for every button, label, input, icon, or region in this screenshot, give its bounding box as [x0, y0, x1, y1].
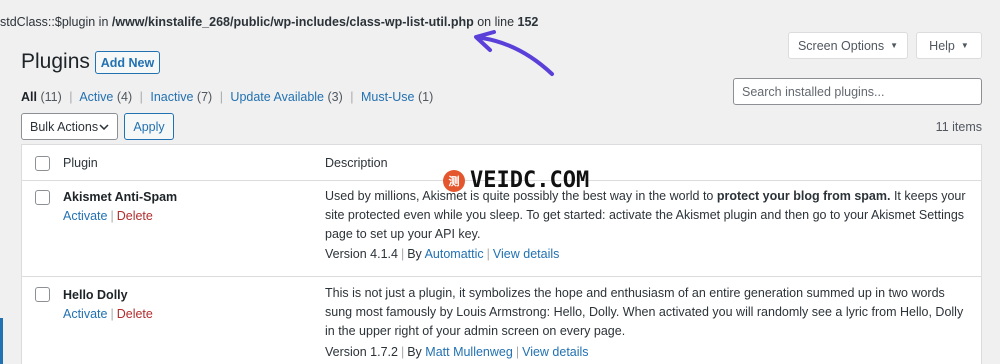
plugin-name: Hello Dolly	[63, 288, 128, 302]
table-row: Hello Dolly Activate | Delete This is not …	[22, 276, 981, 364]
help-button[interactable]: Help ▼	[916, 32, 982, 59]
notice-prefix: stdClass::$plugin in	[0, 15, 112, 29]
filter-active-count: (4)	[116, 90, 133, 104]
notice-line: 152	[517, 15, 539, 29]
notice-path: /www/kinstalife_268/public/wp-includes/c…	[111, 15, 474, 29]
delete-link[interactable]: Delete	[117, 209, 153, 223]
description-highlight: protect your blog from spam.	[716, 189, 891, 203]
activate-link[interactable]: Activate	[63, 307, 107, 321]
bulk-actions-label: Bulk Actions	[30, 119, 99, 134]
meta-separator: |	[400, 247, 405, 261]
watermark-text: VEIDC.COM	[470, 168, 590, 193]
plugin-meta: Version 1.7.2 | By Matt Mullenweg | View det…	[325, 345, 589, 359]
filter-inactive-count: (7)	[196, 90, 213, 104]
row-checkbox[interactable]	[35, 190, 50, 205]
column-header-description: Description	[325, 156, 388, 170]
plugin-version: Version 4.1.4	[325, 247, 398, 261]
filter-must-use[interactable]: Must-Use	[361, 90, 414, 104]
left-edge-strip	[0, 0, 7, 364]
plugin-name: Akismet Anti-Spam	[63, 190, 178, 204]
author-link[interactable]: Automattic	[425, 247, 484, 261]
caret-down-icon: ▼	[960, 41, 969, 50]
plugin-meta: Version 4.1.4 | By Automattic | View details	[325, 247, 559, 261]
meta-separator: |	[515, 345, 520, 359]
action-separator: |	[110, 209, 114, 223]
screen-options-label: Screen Options	[797, 38, 885, 53]
filter-all-count: (11)	[40, 90, 62, 104]
author-link[interactable]: Matt Mullenweg	[425, 345, 513, 359]
apply-button[interactable]: Apply	[124, 113, 174, 140]
by-label: By	[407, 247, 425, 261]
delete-link[interactable]: Delete	[117, 307, 153, 321]
row-actions: Activate | Delete	[63, 307, 153, 321]
plugin-status-filters: All (11) | Active (4) | Inactive (7) | U…	[21, 90, 433, 104]
filter-separator: |	[139, 90, 143, 104]
php-notice: stdClass::$plugin in /www/kinstalife_268…	[0, 15, 538, 29]
help-label: Help	[929, 38, 955, 53]
screen-options-button[interactable]: Screen Options ▼	[788, 32, 908, 59]
watermark-badge-icon: 测	[443, 169, 465, 192]
filter-separator: |	[219, 90, 223, 104]
search-plugins-input[interactable]	[733, 78, 982, 105]
filter-inactive[interactable]: Inactive	[150, 90, 193, 104]
filter-separator: |	[350, 90, 354, 104]
row-actions: Activate | Delete	[63, 209, 153, 223]
select-all-checkbox[interactable]	[35, 156, 50, 171]
table-row: Akismet Anti-Spam Activate | Delete Used b…	[22, 181, 981, 276]
bulk-actions-select[interactable]: Bulk Actions	[21, 113, 118, 140]
caret-down-icon: ▼	[890, 41, 899, 50]
meta-separator: |	[486, 247, 490, 261]
view-details-link[interactable]: View details	[522, 345, 588, 359]
chevron-down-icon	[99, 123, 109, 130]
left-edge-accent	[0, 318, 3, 364]
page-title: Plugins	[21, 50, 90, 73]
watermark: 测 VEIDC.COM	[443, 168, 589, 193]
annotation-arrow-icon	[474, 30, 554, 76]
plugin-description: Used by millions, Akismet is quite possi…	[325, 187, 975, 244]
activate-link[interactable]: Activate	[63, 209, 107, 223]
filter-active[interactable]: Active	[79, 90, 113, 104]
filter-update-available-count: (3)	[327, 90, 343, 104]
filter-must-use-count: (1)	[417, 90, 434, 104]
filter-separator: |	[69, 90, 73, 104]
by-label: By	[407, 345, 426, 359]
filter-update-available[interactable]: Update Available	[230, 90, 324, 104]
column-header-plugin: Plugin	[63, 156, 98, 170]
meta-separator: |	[400, 345, 405, 359]
add-new-button[interactable]: Add New	[95, 51, 160, 74]
plugin-description: This is not just a plugin, it symbolizes…	[325, 286, 964, 338]
row-checkbox[interactable]	[35, 287, 50, 302]
notice-middle: on line	[473, 15, 518, 29]
filter-all[interactable]: All	[21, 90, 37, 104]
items-count: 11 items	[935, 120, 982, 134]
plugin-version: Version 1.7.2	[325, 345, 398, 359]
action-separator: |	[110, 307, 114, 321]
view-details-link[interactable]: View details	[493, 247, 559, 261]
